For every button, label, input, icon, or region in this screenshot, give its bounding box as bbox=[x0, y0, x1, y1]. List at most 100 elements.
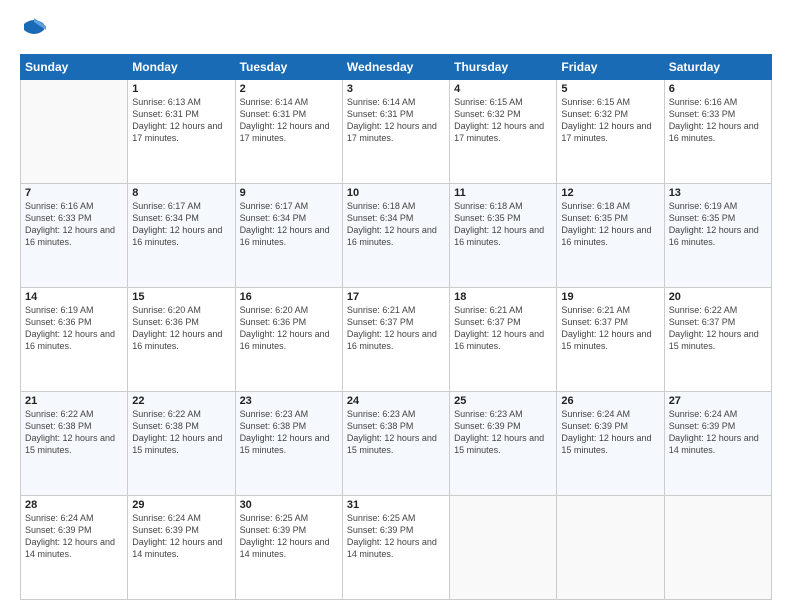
day-info: Sunrise: 6:21 AMSunset: 6:37 PMDaylight:… bbox=[561, 304, 659, 353]
day-info: Sunrise: 6:19 AMSunset: 6:36 PMDaylight:… bbox=[25, 304, 123, 353]
day-info: Sunrise: 6:24 AMSunset: 6:39 PMDaylight:… bbox=[25, 512, 123, 561]
day-number: 19 bbox=[561, 291, 659, 303]
day-number: 13 bbox=[669, 187, 767, 199]
calendar-cell: 11Sunrise: 6:18 AMSunset: 6:35 PMDayligh… bbox=[450, 184, 557, 288]
day-number: 21 bbox=[25, 395, 123, 407]
calendar-week-row: 1Sunrise: 6:13 AMSunset: 6:31 PMDaylight… bbox=[21, 80, 772, 184]
calendar-cell: 23Sunrise: 6:23 AMSunset: 6:38 PMDayligh… bbox=[235, 392, 342, 496]
day-number: 20 bbox=[669, 291, 767, 303]
calendar-cell: 13Sunrise: 6:19 AMSunset: 6:35 PMDayligh… bbox=[664, 184, 771, 288]
calendar-cell: 10Sunrise: 6:18 AMSunset: 6:34 PMDayligh… bbox=[342, 184, 449, 288]
day-number: 17 bbox=[347, 291, 445, 303]
day-info: Sunrise: 6:22 AMSunset: 6:37 PMDaylight:… bbox=[669, 304, 767, 353]
day-info: Sunrise: 6:15 AMSunset: 6:32 PMDaylight:… bbox=[561, 96, 659, 145]
day-info: Sunrise: 6:22 AMSunset: 6:38 PMDaylight:… bbox=[25, 408, 123, 457]
day-number: 29 bbox=[132, 499, 230, 511]
calendar-cell: 26Sunrise: 6:24 AMSunset: 6:39 PMDayligh… bbox=[557, 392, 664, 496]
weekday-header-saturday: Saturday bbox=[664, 55, 771, 80]
day-info: Sunrise: 6:18 AMSunset: 6:35 PMDaylight:… bbox=[561, 200, 659, 249]
calendar-cell: 22Sunrise: 6:22 AMSunset: 6:38 PMDayligh… bbox=[128, 392, 235, 496]
calendar-cell bbox=[664, 496, 771, 600]
day-info: Sunrise: 6:16 AMSunset: 6:33 PMDaylight:… bbox=[669, 96, 767, 145]
day-number: 6 bbox=[669, 83, 767, 95]
day-info: Sunrise: 6:24 AMSunset: 6:39 PMDaylight:… bbox=[132, 512, 230, 561]
weekday-header-sunday: Sunday bbox=[21, 55, 128, 80]
day-info: Sunrise: 6:25 AMSunset: 6:39 PMDaylight:… bbox=[240, 512, 338, 561]
day-info: Sunrise: 6:21 AMSunset: 6:37 PMDaylight:… bbox=[454, 304, 552, 353]
day-info: Sunrise: 6:17 AMSunset: 6:34 PMDaylight:… bbox=[240, 200, 338, 249]
day-info: Sunrise: 6:23 AMSunset: 6:39 PMDaylight:… bbox=[454, 408, 552, 457]
day-number: 7 bbox=[25, 187, 123, 199]
weekday-header-wednesday: Wednesday bbox=[342, 55, 449, 80]
day-number: 28 bbox=[25, 499, 123, 511]
day-number: 3 bbox=[347, 83, 445, 95]
day-number: 18 bbox=[454, 291, 552, 303]
calendar-cell: 6Sunrise: 6:16 AMSunset: 6:33 PMDaylight… bbox=[664, 80, 771, 184]
weekday-header-thursday: Thursday bbox=[450, 55, 557, 80]
logo-icon bbox=[20, 16, 48, 44]
day-info: Sunrise: 6:14 AMSunset: 6:31 PMDaylight:… bbox=[347, 96, 445, 145]
day-info: Sunrise: 6:22 AMSunset: 6:38 PMDaylight:… bbox=[132, 408, 230, 457]
day-info: Sunrise: 6:14 AMSunset: 6:31 PMDaylight:… bbox=[240, 96, 338, 145]
day-info: Sunrise: 6:23 AMSunset: 6:38 PMDaylight:… bbox=[347, 408, 445, 457]
calendar-cell: 8Sunrise: 6:17 AMSunset: 6:34 PMDaylight… bbox=[128, 184, 235, 288]
day-number: 1 bbox=[132, 83, 230, 95]
day-info: Sunrise: 6:15 AMSunset: 6:32 PMDaylight:… bbox=[454, 96, 552, 145]
day-info: Sunrise: 6:18 AMSunset: 6:35 PMDaylight:… bbox=[454, 200, 552, 249]
day-info: Sunrise: 6:25 AMSunset: 6:39 PMDaylight:… bbox=[347, 512, 445, 561]
calendar-cell: 12Sunrise: 6:18 AMSunset: 6:35 PMDayligh… bbox=[557, 184, 664, 288]
calendar-cell: 15Sunrise: 6:20 AMSunset: 6:36 PMDayligh… bbox=[128, 288, 235, 392]
calendar-week-row: 14Sunrise: 6:19 AMSunset: 6:36 PMDayligh… bbox=[21, 288, 772, 392]
weekday-header-friday: Friday bbox=[557, 55, 664, 80]
calendar-cell: 24Sunrise: 6:23 AMSunset: 6:38 PMDayligh… bbox=[342, 392, 449, 496]
day-number: 23 bbox=[240, 395, 338, 407]
calendar-cell: 2Sunrise: 6:14 AMSunset: 6:31 PMDaylight… bbox=[235, 80, 342, 184]
calendar-cell bbox=[557, 496, 664, 600]
calendar-cell: 18Sunrise: 6:21 AMSunset: 6:37 PMDayligh… bbox=[450, 288, 557, 392]
calendar-cell: 9Sunrise: 6:17 AMSunset: 6:34 PMDaylight… bbox=[235, 184, 342, 288]
day-number: 8 bbox=[132, 187, 230, 199]
day-number: 2 bbox=[240, 83, 338, 95]
day-info: Sunrise: 6:18 AMSunset: 6:34 PMDaylight:… bbox=[347, 200, 445, 249]
day-number: 12 bbox=[561, 187, 659, 199]
day-info: Sunrise: 6:24 AMSunset: 6:39 PMDaylight:… bbox=[561, 408, 659, 457]
day-number: 10 bbox=[347, 187, 445, 199]
calendar-table: SundayMondayTuesdayWednesdayThursdayFrid… bbox=[20, 54, 772, 600]
calendar-week-row: 7Sunrise: 6:16 AMSunset: 6:33 PMDaylight… bbox=[21, 184, 772, 288]
weekday-header-tuesday: Tuesday bbox=[235, 55, 342, 80]
page: SundayMondayTuesdayWednesdayThursdayFrid… bbox=[0, 0, 792, 612]
day-info: Sunrise: 6:21 AMSunset: 6:37 PMDaylight:… bbox=[347, 304, 445, 353]
day-info: Sunrise: 6:24 AMSunset: 6:39 PMDaylight:… bbox=[669, 408, 767, 457]
day-info: Sunrise: 6:13 AMSunset: 6:31 PMDaylight:… bbox=[132, 96, 230, 145]
day-info: Sunrise: 6:23 AMSunset: 6:38 PMDaylight:… bbox=[240, 408, 338, 457]
day-number: 5 bbox=[561, 83, 659, 95]
day-info: Sunrise: 6:19 AMSunset: 6:35 PMDaylight:… bbox=[669, 200, 767, 249]
day-number: 25 bbox=[454, 395, 552, 407]
day-number: 26 bbox=[561, 395, 659, 407]
day-number: 14 bbox=[25, 291, 123, 303]
calendar-cell: 16Sunrise: 6:20 AMSunset: 6:36 PMDayligh… bbox=[235, 288, 342, 392]
day-number: 27 bbox=[669, 395, 767, 407]
calendar-cell: 14Sunrise: 6:19 AMSunset: 6:36 PMDayligh… bbox=[21, 288, 128, 392]
calendar-week-row: 28Sunrise: 6:24 AMSunset: 6:39 PMDayligh… bbox=[21, 496, 772, 600]
calendar-cell: 4Sunrise: 6:15 AMSunset: 6:32 PMDaylight… bbox=[450, 80, 557, 184]
day-number: 9 bbox=[240, 187, 338, 199]
calendar-cell: 20Sunrise: 6:22 AMSunset: 6:37 PMDayligh… bbox=[664, 288, 771, 392]
calendar-cell: 30Sunrise: 6:25 AMSunset: 6:39 PMDayligh… bbox=[235, 496, 342, 600]
day-number: 11 bbox=[454, 187, 552, 199]
day-number: 30 bbox=[240, 499, 338, 511]
day-number: 22 bbox=[132, 395, 230, 407]
calendar-cell: 29Sunrise: 6:24 AMSunset: 6:39 PMDayligh… bbox=[128, 496, 235, 600]
calendar-cell: 5Sunrise: 6:15 AMSunset: 6:32 PMDaylight… bbox=[557, 80, 664, 184]
day-number: 4 bbox=[454, 83, 552, 95]
calendar-week-row: 21Sunrise: 6:22 AMSunset: 6:38 PMDayligh… bbox=[21, 392, 772, 496]
calendar-cell bbox=[21, 80, 128, 184]
calendar-cell: 19Sunrise: 6:21 AMSunset: 6:37 PMDayligh… bbox=[557, 288, 664, 392]
calendar-cell: 7Sunrise: 6:16 AMSunset: 6:33 PMDaylight… bbox=[21, 184, 128, 288]
day-number: 15 bbox=[132, 291, 230, 303]
weekday-header-row: SundayMondayTuesdayWednesdayThursdayFrid… bbox=[21, 55, 772, 80]
day-info: Sunrise: 6:20 AMSunset: 6:36 PMDaylight:… bbox=[132, 304, 230, 353]
calendar-cell: 21Sunrise: 6:22 AMSunset: 6:38 PMDayligh… bbox=[21, 392, 128, 496]
calendar-cell bbox=[450, 496, 557, 600]
calendar-cell: 1Sunrise: 6:13 AMSunset: 6:31 PMDaylight… bbox=[128, 80, 235, 184]
